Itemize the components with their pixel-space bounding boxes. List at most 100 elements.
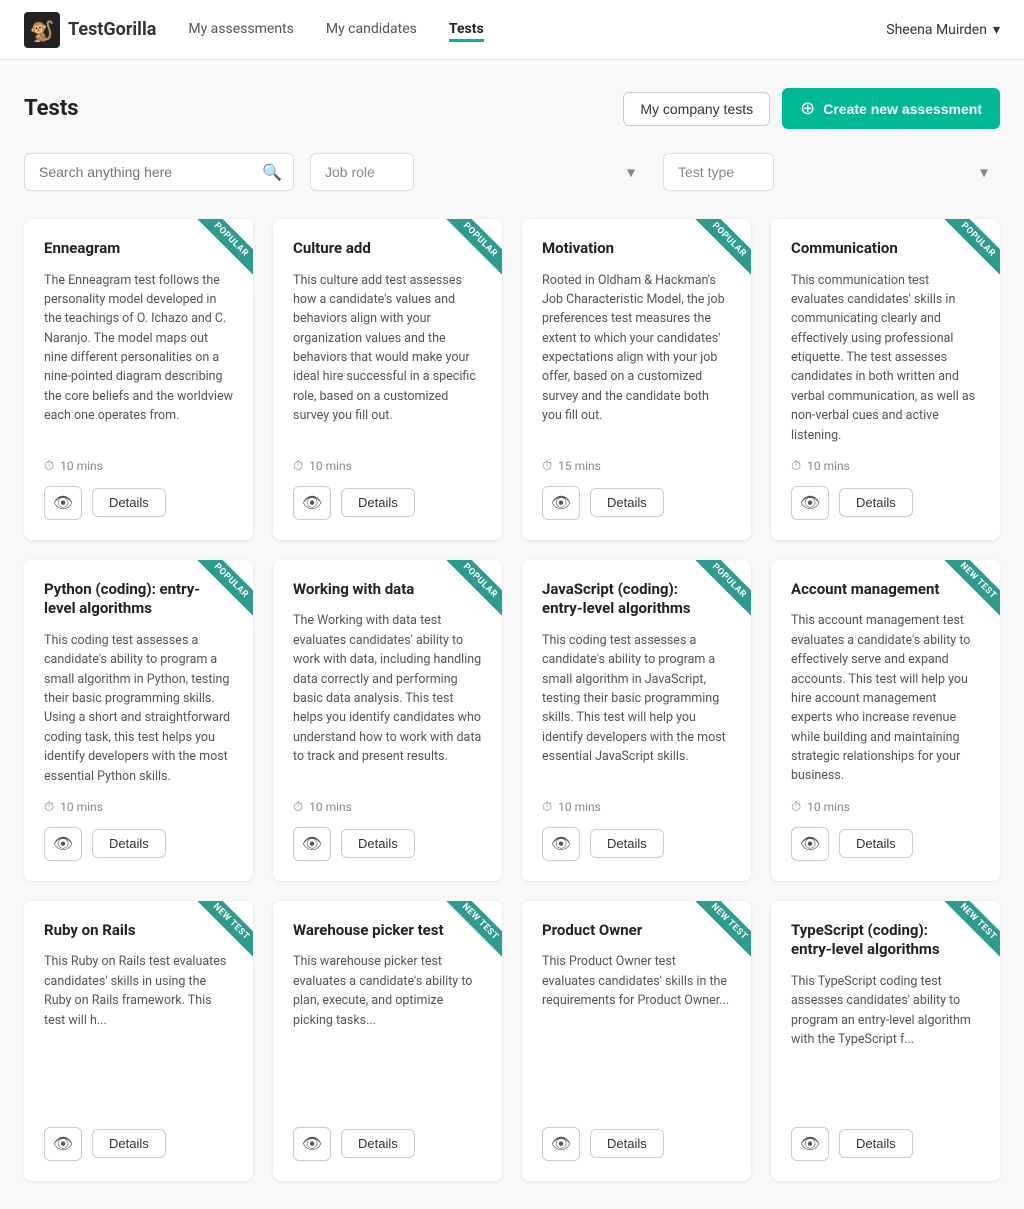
main-content: Tests My company tests ⊕ Create new asse… bbox=[0, 60, 1024, 1209]
test-card: POPULAR Culture add This culture add tes… bbox=[273, 219, 502, 540]
preview-button[interactable]: 👁 bbox=[44, 1127, 82, 1161]
test-type-select[interactable]: Test type bbox=[663, 153, 774, 191]
eye-icon: 👁 bbox=[53, 834, 73, 854]
details-button[interactable]: Details bbox=[839, 829, 913, 858]
card-description: Rooted in Oldham & Hackman's Job Charact… bbox=[542, 271, 731, 445]
details-button[interactable]: Details bbox=[92, 829, 166, 858]
card-description: This TypeScript coding test assesses can… bbox=[791, 972, 980, 1107]
duration-value: 10 mins bbox=[558, 800, 601, 814]
details-button[interactable]: Details bbox=[341, 829, 415, 858]
card-duration: 10 mins bbox=[44, 459, 233, 474]
details-button[interactable]: Details bbox=[92, 1129, 166, 1158]
preview-button[interactable]: 👁 bbox=[44, 827, 82, 861]
card-actions: 👁 Details bbox=[293, 1127, 482, 1161]
test-card: POPULAR Communication This communication… bbox=[771, 219, 1000, 540]
preview-button[interactable]: 👁 bbox=[791, 1127, 829, 1161]
create-assessment-button[interactable]: ⊕ Create new assessment bbox=[782, 88, 1000, 129]
card-badge: NEW TEST bbox=[681, 901, 751, 971]
clock-icon bbox=[293, 800, 303, 815]
card-description: This Product Owner test evaluates candid… bbox=[542, 952, 731, 1107]
chevron-down-icon: ▾ bbox=[993, 22, 1000, 38]
card-description: The Enneagram test follows the personali… bbox=[44, 271, 233, 445]
card-duration: 10 mins bbox=[791, 459, 980, 474]
card-duration: 10 mins bbox=[293, 459, 482, 474]
clock-icon bbox=[791, 459, 801, 474]
duration-value: 10 mins bbox=[309, 459, 352, 473]
preview-button[interactable]: 👁 bbox=[542, 1127, 580, 1161]
card-actions: 👁 Details bbox=[791, 486, 980, 520]
clock-icon bbox=[44, 459, 54, 474]
nav-my-candidates[interactable]: My candidates bbox=[326, 17, 417, 42]
duration-value: 10 mins bbox=[807, 459, 850, 473]
eye-icon: 👁 bbox=[800, 493, 820, 513]
duration-value: 15 mins bbox=[558, 459, 601, 473]
details-button[interactable]: Details bbox=[590, 488, 664, 517]
preview-button[interactable]: 👁 bbox=[293, 486, 331, 520]
details-button[interactable]: Details bbox=[590, 1129, 664, 1158]
eye-icon: 👁 bbox=[551, 493, 571, 513]
search-wrapper: 🔍 bbox=[24, 153, 294, 191]
badge-label: POPULAR bbox=[196, 219, 253, 275]
eye-icon: 👁 bbox=[551, 1134, 571, 1154]
test-card: POPULAR Python (coding): entry-level alg… bbox=[24, 560, 253, 881]
details-button[interactable]: Details bbox=[839, 1129, 913, 1158]
badge-label: POPULAR bbox=[694, 219, 751, 275]
details-button[interactable]: Details bbox=[341, 488, 415, 517]
clock-icon bbox=[791, 800, 801, 815]
badge-label: POPULAR bbox=[196, 560, 253, 616]
card-badge: NEW TEST bbox=[930, 560, 1000, 630]
badge-label: POPULAR bbox=[943, 219, 1000, 275]
card-badge: POPULAR bbox=[681, 219, 751, 289]
job-role-select[interactable]: Job role bbox=[310, 153, 414, 191]
page-title: Tests bbox=[24, 96, 79, 121]
test-card: NEW TEST TypeScript (coding): entry-leve… bbox=[771, 901, 1000, 1181]
card-duration: 10 mins bbox=[791, 800, 980, 815]
card-badge: POPULAR bbox=[183, 560, 253, 630]
duration-value: 10 mins bbox=[60, 459, 103, 473]
details-button[interactable]: Details bbox=[341, 1129, 415, 1158]
card-description: This account management test evaluates a… bbox=[791, 611, 980, 786]
card-description: This coding test assesses a candidate's … bbox=[44, 631, 233, 786]
search-input[interactable] bbox=[24, 153, 294, 191]
preview-button[interactable]: 👁 bbox=[293, 827, 331, 861]
card-badge: NEW TEST bbox=[183, 901, 253, 971]
preview-button[interactable]: 👁 bbox=[44, 486, 82, 520]
preview-button[interactable]: 👁 bbox=[791, 827, 829, 861]
preview-button[interactable]: 👁 bbox=[542, 827, 580, 861]
badge-label: NEW TEST bbox=[694, 901, 751, 957]
filters-row: 🔍 Job role Test type bbox=[24, 153, 1000, 191]
card-badge: POPULAR bbox=[432, 560, 502, 630]
preview-button[interactable]: 👁 bbox=[542, 486, 580, 520]
badge-label: NEW TEST bbox=[943, 560, 1000, 616]
user-menu[interactable]: Sheena Muirden ▾ bbox=[886, 22, 1000, 38]
logo[interactable]: 🐒 TestGorilla bbox=[24, 12, 156, 48]
nav-tests[interactable]: Tests bbox=[449, 17, 484, 42]
details-button[interactable]: Details bbox=[839, 488, 913, 517]
clock-icon bbox=[542, 800, 552, 815]
company-tests-button[interactable]: My company tests bbox=[623, 92, 770, 126]
nav-links: My assessments My candidates Tests bbox=[188, 17, 886, 42]
clock-icon bbox=[293, 459, 303, 474]
eye-icon: 👁 bbox=[551, 834, 571, 854]
search-icon: 🔍 bbox=[262, 163, 282, 182]
clock-icon bbox=[44, 800, 54, 815]
card-badge: POPULAR bbox=[930, 219, 1000, 289]
card-actions: 👁 Details bbox=[44, 827, 233, 861]
card-duration: 10 mins bbox=[542, 800, 731, 815]
card-badge: POPULAR bbox=[432, 219, 502, 289]
preview-button[interactable]: 👁 bbox=[791, 486, 829, 520]
card-badge: NEW TEST bbox=[930, 901, 1000, 971]
preview-button[interactable]: 👁 bbox=[293, 1127, 331, 1161]
duration-value: 10 mins bbox=[309, 800, 352, 814]
test-type-filter-wrapper: Test type bbox=[663, 153, 1000, 191]
test-card: NEW TEST Ruby on Rails This Ruby on Rail… bbox=[24, 901, 253, 1181]
nav-my-assessments[interactable]: My assessments bbox=[188, 17, 294, 42]
eye-icon: 👁 bbox=[53, 1134, 73, 1154]
details-button[interactable]: Details bbox=[590, 829, 664, 858]
card-description: This communication test evaluates candid… bbox=[791, 271, 980, 445]
details-button[interactable]: Details bbox=[92, 488, 166, 517]
cards-grid: POPULAR Enneagram The Enneagram test fol… bbox=[24, 219, 1000, 1181]
test-card: NEW TEST Account management This account… bbox=[771, 560, 1000, 881]
test-card: POPULAR Motivation Rooted in Oldham & Ha… bbox=[522, 219, 751, 540]
card-description: This warehouse picker test evaluates a c… bbox=[293, 952, 482, 1107]
